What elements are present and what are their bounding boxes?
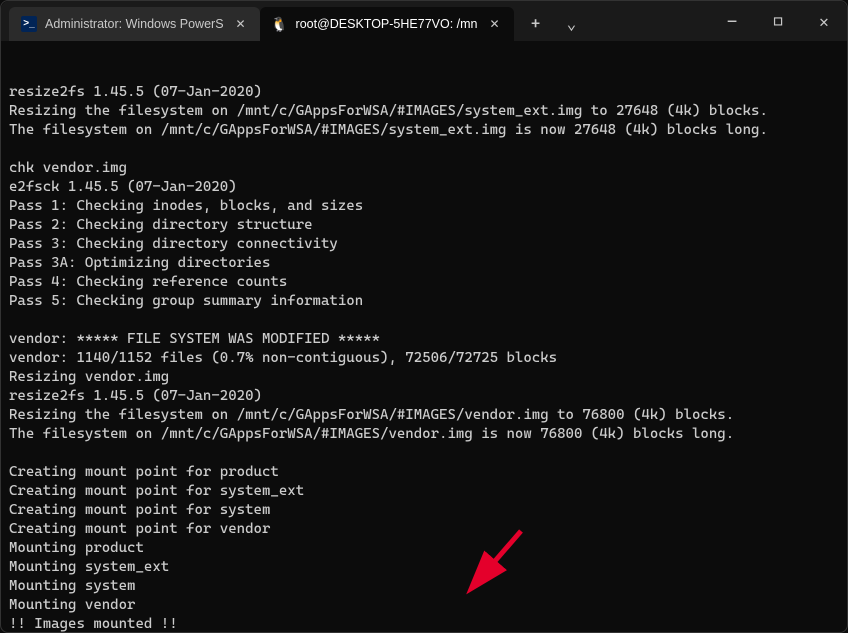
new-tab-button[interactable]: + xyxy=(520,7,552,39)
terminal-line: resize2fs 1.45.5 (07-Jan-2020) xyxy=(9,83,839,102)
maximize-button[interactable]: □ xyxy=(755,1,801,41)
terminal-line: Creating mount point for product xyxy=(9,463,839,482)
tab-dropdown-button[interactable]: ⌄ xyxy=(556,7,588,39)
terminal-line: Pass 1: Checking inodes, blocks, and siz… xyxy=(9,197,839,216)
tab-powershell[interactable]: >_ Administrator: Windows PowerS ✕ xyxy=(9,7,260,41)
titlebar-drag-region[interactable] xyxy=(588,1,710,41)
close-window-button[interactable]: ✕ xyxy=(801,1,847,41)
window-controls: — □ ✕ xyxy=(709,1,847,41)
terminal-output[interactable]: resize2fs 1.45.5 (07-Jan-2020)Resizing t… xyxy=(1,41,847,632)
terminal-line: Mounting vendor xyxy=(9,596,839,615)
terminal-line: Creating mount point for vendor xyxy=(9,520,839,539)
tab-label: root@DESKTOP-5HE77VO: /mn xyxy=(296,17,478,31)
terminal-line: Creating mount point for system_ext xyxy=(9,482,839,501)
tab-strip: >_ Administrator: Windows PowerS ✕ 🐧 roo… xyxy=(1,1,514,41)
terminal-line: vendor: ***** FILE SYSTEM WAS MODIFIED *… xyxy=(9,330,839,349)
titlebar: >_ Administrator: Windows PowerS ✕ 🐧 roo… xyxy=(1,1,847,41)
tux-icon: 🐧 xyxy=(272,16,288,32)
terminal-line: The filesystem on /mnt/c/GAppsForWSA/#IM… xyxy=(9,121,839,140)
close-tab-button[interactable]: ✕ xyxy=(486,15,504,33)
tab-controls: + ⌄ xyxy=(520,1,588,41)
terminal-line: Pass 2: Checking directory structure xyxy=(9,216,839,235)
terminal-line: Creating mount point for system xyxy=(9,501,839,520)
terminal-line: The filesystem on /mnt/c/GAppsForWSA/#IM… xyxy=(9,425,839,444)
terminal-line: chk vendor.img xyxy=(9,159,839,178)
powershell-icon: >_ xyxy=(21,16,37,32)
tab-linux[interactable]: 🐧 root@DESKTOP-5HE77VO: /mn ✕ xyxy=(260,7,514,41)
terminal-line: Pass 3: Checking directory connectivity xyxy=(9,235,839,254)
terminal-line: Resizing the filesystem on /mnt/c/GAppsF… xyxy=(9,406,839,425)
terminal-line xyxy=(9,444,839,463)
terminal-line xyxy=(9,311,839,330)
tab-label: Administrator: Windows PowerS xyxy=(45,17,224,31)
terminal-line: vendor: 1140/1152 files (0.7% non-contig… xyxy=(9,349,839,368)
terminal-line xyxy=(9,140,839,159)
close-tab-button[interactable]: ✕ xyxy=(232,15,250,33)
terminal-line: Pass 3A: Optimizing directories xyxy=(9,254,839,273)
terminal-line: Mounting system xyxy=(9,577,839,596)
terminal-line: e2fsck 1.45.5 (07-Jan-2020) xyxy=(9,178,839,197)
terminal-line: resize2fs 1.45.5 (07-Jan-2020) xyxy=(9,387,839,406)
terminal-lines: resize2fs 1.45.5 (07-Jan-2020)Resizing t… xyxy=(9,83,839,632)
terminal-line: !! Images mounted !! xyxy=(9,615,839,632)
terminal-line: Resizing the filesystem on /mnt/c/GAppsF… xyxy=(9,102,839,121)
terminal-line: Resizing vendor.img xyxy=(9,368,839,387)
terminal-line: Mounting product xyxy=(9,539,839,558)
minimize-button[interactable]: — xyxy=(709,1,755,41)
terminal-line: Pass 5: Checking group summary informati… xyxy=(9,292,839,311)
terminal-line: Mounting system_ext xyxy=(9,558,839,577)
terminal-line: Pass 4: Checking reference counts xyxy=(9,273,839,292)
